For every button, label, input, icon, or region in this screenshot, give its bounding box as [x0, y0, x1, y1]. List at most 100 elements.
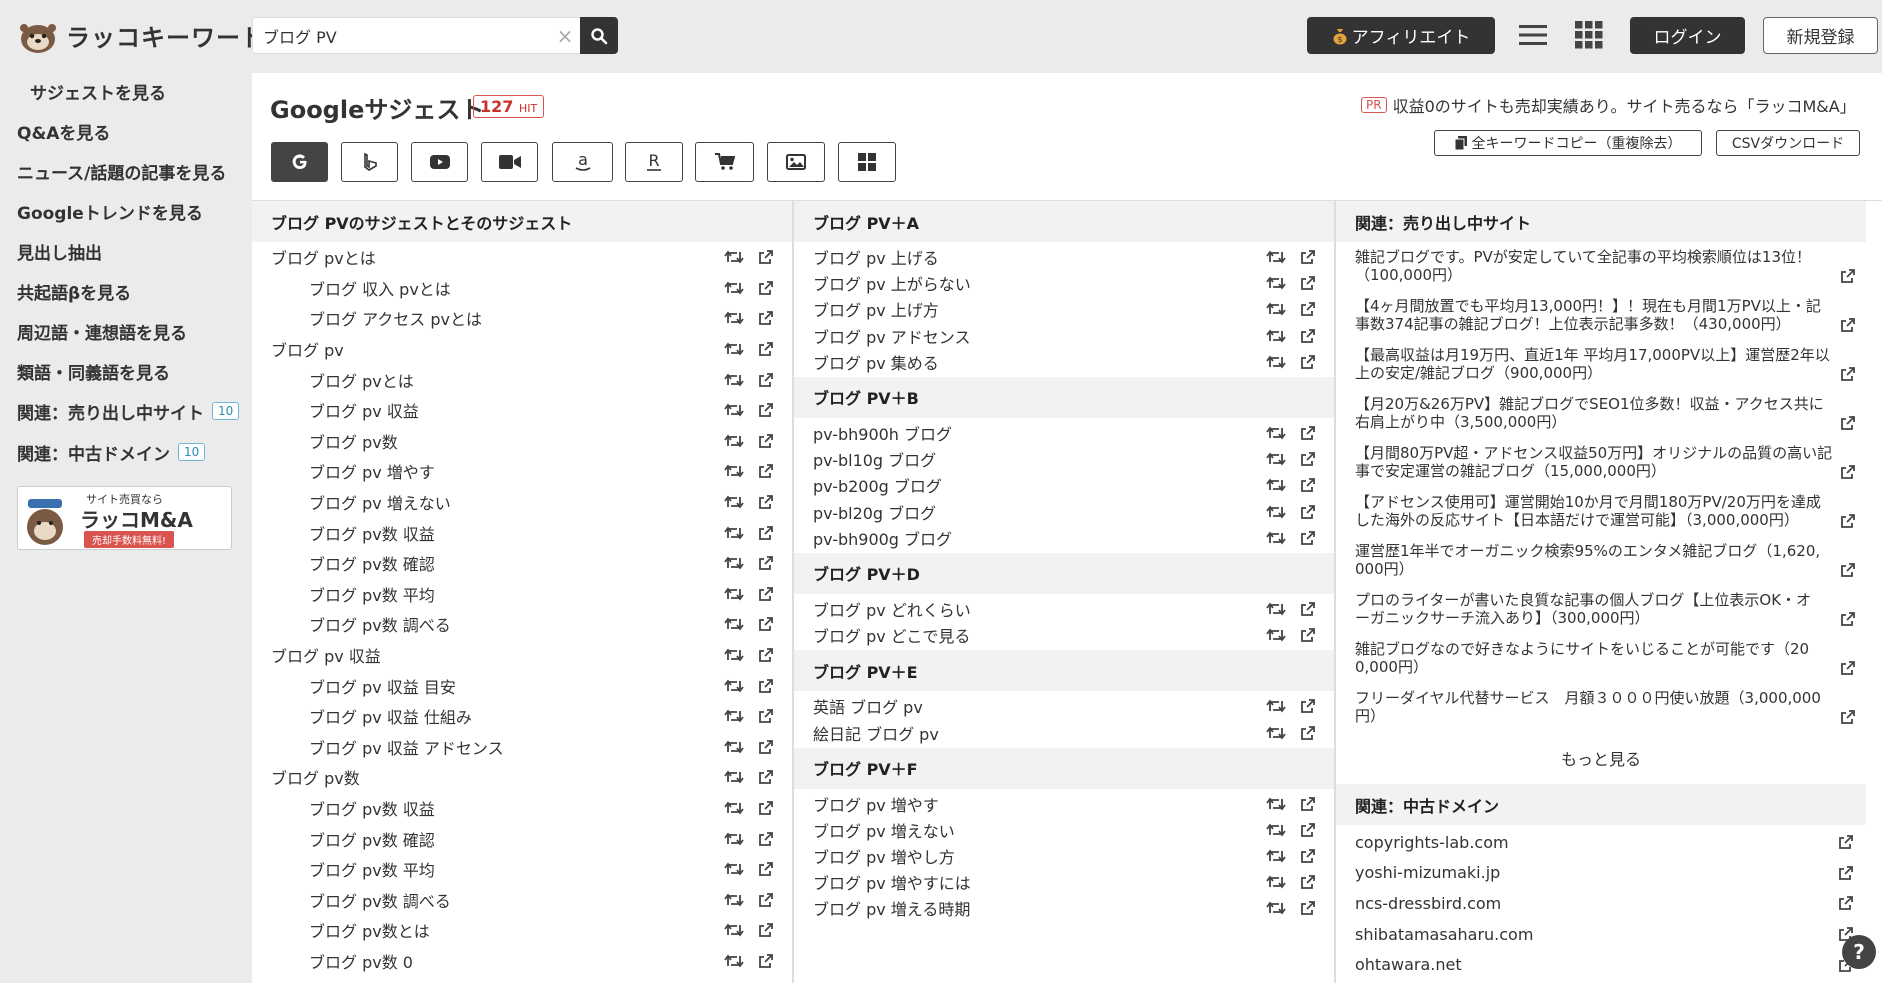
sidebar-item-headings[interactable]: 見出し抽出: [17, 238, 102, 264]
external-link-icon[interactable]: [1838, 865, 1854, 881]
engine-amazon-button[interactable]: a: [552, 142, 613, 182]
external-link-icon[interactable]: [1840, 464, 1856, 480]
site-logo[interactable]: ラッコキーワード: [18, 14, 266, 56]
sidebar-item-cooccurrence[interactable]: 共起語βを見る: [17, 278, 131, 304]
expand-suggest-icon[interactable]: [724, 372, 744, 388]
external-link-icon[interactable]: [1300, 627, 1316, 643]
keyword-row[interactable]: ブログ pv 収益 仕組み: [252, 701, 792, 732]
external-link-icon[interactable]: [758, 892, 774, 908]
external-link[interactable]: [1840, 415, 1856, 431]
keyword-row[interactable]: pv-bh900h ブログ: [794, 420, 1334, 446]
keyword-row[interactable]: ブログ pv 増えない: [794, 817, 1334, 843]
sidebar-item-used-domains[interactable]: 関連：中古ドメイン 10: [17, 439, 206, 465]
external-link-icon[interactable]: [1840, 611, 1856, 627]
external-link-icon[interactable]: [758, 402, 774, 418]
keyword-text[interactable]: ブログ pv数 収益: [309, 796, 435, 820]
external-link-icon[interactable]: [1300, 249, 1316, 265]
keyword-row[interactable]: ブログ pv数 調べる: [252, 609, 792, 640]
keyword-text[interactable]: 絵日記 ブログ pv: [813, 721, 939, 745]
external-link-icon[interactable]: [758, 616, 774, 632]
keyword-row[interactable]: ブログ pv数 確認: [252, 548, 792, 579]
keyword-text[interactable]: ブログ pv数とは: [309, 918, 430, 942]
keyword-text[interactable]: ブログ pv 増やし方: [813, 844, 955, 868]
expand-suggest-icon[interactable]: [1266, 796, 1286, 812]
engine-google-button[interactable]: [271, 142, 328, 182]
expand-suggest-icon[interactable]: [1266, 249, 1286, 265]
keyword-row[interactable]: ブログ 収入 pvとは: [252, 273, 792, 304]
keyword-row[interactable]: ブログ pv どこで見る: [794, 622, 1334, 648]
external-link-icon[interactable]: [758, 372, 774, 388]
external-link-icon[interactable]: [1840, 317, 1856, 333]
engine-bing-button[interactable]: [341, 142, 398, 182]
external-link-icon[interactable]: [1300, 796, 1316, 812]
domain-row[interactable]: yoshi-mizumaki.jp: [1336, 858, 1866, 889]
expand-suggest-icon[interactable]: [724, 494, 744, 510]
sidebar-item-suggest[interactable]: サジェストを見る: [30, 78, 166, 104]
expand-suggest-icon[interactable]: [1266, 601, 1286, 617]
keyword-row[interactable]: ブログ pv数: [252, 426, 792, 457]
expand-suggest-icon[interactable]: [1266, 275, 1286, 291]
keyword-row[interactable]: ブログ pvとは: [252, 242, 792, 273]
keyword-row[interactable]: ブログ pv どれくらい: [794, 596, 1334, 622]
external-link[interactable]: [1840, 268, 1856, 284]
expand-suggest-icon[interactable]: [1266, 504, 1286, 520]
keyword-text[interactable]: ブログ pv 増える時期: [813, 896, 970, 920]
keyword-row[interactable]: ブログ pv 増やし方: [794, 843, 1334, 869]
external-link[interactable]: [1840, 464, 1856, 480]
external-link-icon[interactable]: [1300, 530, 1316, 546]
more-button[interactable]: もっと見る: [1336, 738, 1866, 784]
external-link[interactable]: [1840, 709, 1856, 725]
expand-suggest-icon[interactable]: [1266, 822, 1286, 838]
keyword-text[interactable]: ブログ pv数 0: [309, 949, 413, 973]
keyword-row[interactable]: ブログ pv数 0: [252, 946, 792, 977]
external-link-icon[interactable]: [758, 586, 774, 602]
domain-text[interactable]: copyrights-lab.com: [1355, 833, 1509, 852]
keyword-row[interactable]: ブログ pv数 調べる: [252, 884, 792, 915]
keyword-text[interactable]: 英語 ブログ pv: [813, 694, 923, 718]
search-input[interactable]: ブログ PV: [253, 24, 550, 48]
expand-suggest-icon[interactable]: [724, 310, 744, 326]
expand-suggest-icon[interactable]: [724, 341, 744, 357]
keyword-text[interactable]: ブログ pv どこで見る: [813, 623, 970, 647]
keyword-text[interactable]: ブログ pvとは: [309, 368, 414, 392]
expand-suggest-icon[interactable]: [724, 525, 744, 541]
keyword-row[interactable]: ブログ pv数 平均: [252, 579, 792, 610]
engine-rakuten-button[interactable]: R: [625, 142, 683, 182]
keyword-row[interactable]: ブログ pv数 収益: [252, 793, 792, 824]
keyword-row[interactable]: ブログ pv 収益 目安: [252, 670, 792, 701]
domain-text[interactable]: yoshi-mizumaki.jp: [1355, 863, 1500, 882]
rakko-ma-banner[interactable]: サイト売買なら ラッコM&A 売却手数料無料!: [17, 486, 232, 550]
keyword-text[interactable]: ブログ pv 収益: [309, 398, 419, 422]
affiliate-button[interactable]: $ アフィリエイト: [1307, 17, 1495, 54]
keyword-text[interactable]: ブログ pv 収益: [271, 643, 381, 667]
domain-row[interactable]: ncs-dressbird.com: [1336, 888, 1866, 919]
keyword-text[interactable]: ブログ pv数 調べる: [309, 612, 451, 636]
external-link-icon[interactable]: [1300, 698, 1316, 714]
external-link-icon[interactable]: [758, 280, 774, 296]
sidebar-item-trends[interactable]: Googleトレンドを見る: [17, 198, 203, 224]
expand-suggest-icon[interactable]: [724, 892, 744, 908]
keyword-text[interactable]: ブログ pv 収益 仕組み: [309, 704, 472, 728]
expand-suggest-icon[interactable]: [724, 647, 744, 663]
expand-suggest-icon[interactable]: [1266, 530, 1286, 546]
expand-suggest-icon[interactable]: [1266, 698, 1286, 714]
keyword-row[interactable]: pv-bh900g ブログ: [794, 525, 1334, 551]
external-link[interactable]: [1840, 513, 1856, 529]
keyword-row[interactable]: ブログ pv数: [252, 762, 792, 793]
external-link-icon[interactable]: [1300, 477, 1316, 493]
keyword-text[interactable]: ブログ pv数: [271, 765, 360, 789]
expand-suggest-icon[interactable]: [724, 433, 744, 449]
keyword-row[interactable]: ブログ アクセス pvとは: [252, 303, 792, 334]
expand-suggest-icon[interactable]: [724, 280, 744, 296]
keyword-row[interactable]: ブログ pvとは: [252, 364, 792, 395]
keyword-row[interactable]: ブログ pv 上げる: [794, 244, 1334, 270]
engine-video-button[interactable]: [481, 142, 538, 182]
keyword-row[interactable]: ブログ pv 収益: [252, 395, 792, 426]
expand-suggest-icon[interactable]: [724, 616, 744, 632]
keyword-text[interactable]: ブログ pv数 確認: [309, 827, 435, 851]
keyword-row[interactable]: ブログ pv 増やすには: [794, 869, 1334, 895]
keyword-text[interactable]: pv-bl20g ブログ: [813, 500, 936, 524]
keyword-text[interactable]: pv-b200g ブログ: [813, 473, 942, 497]
keyword-row[interactable]: pv-bl10g ブログ: [794, 446, 1334, 472]
keyword-text[interactable]: ブログ pv数 確認: [309, 551, 435, 575]
